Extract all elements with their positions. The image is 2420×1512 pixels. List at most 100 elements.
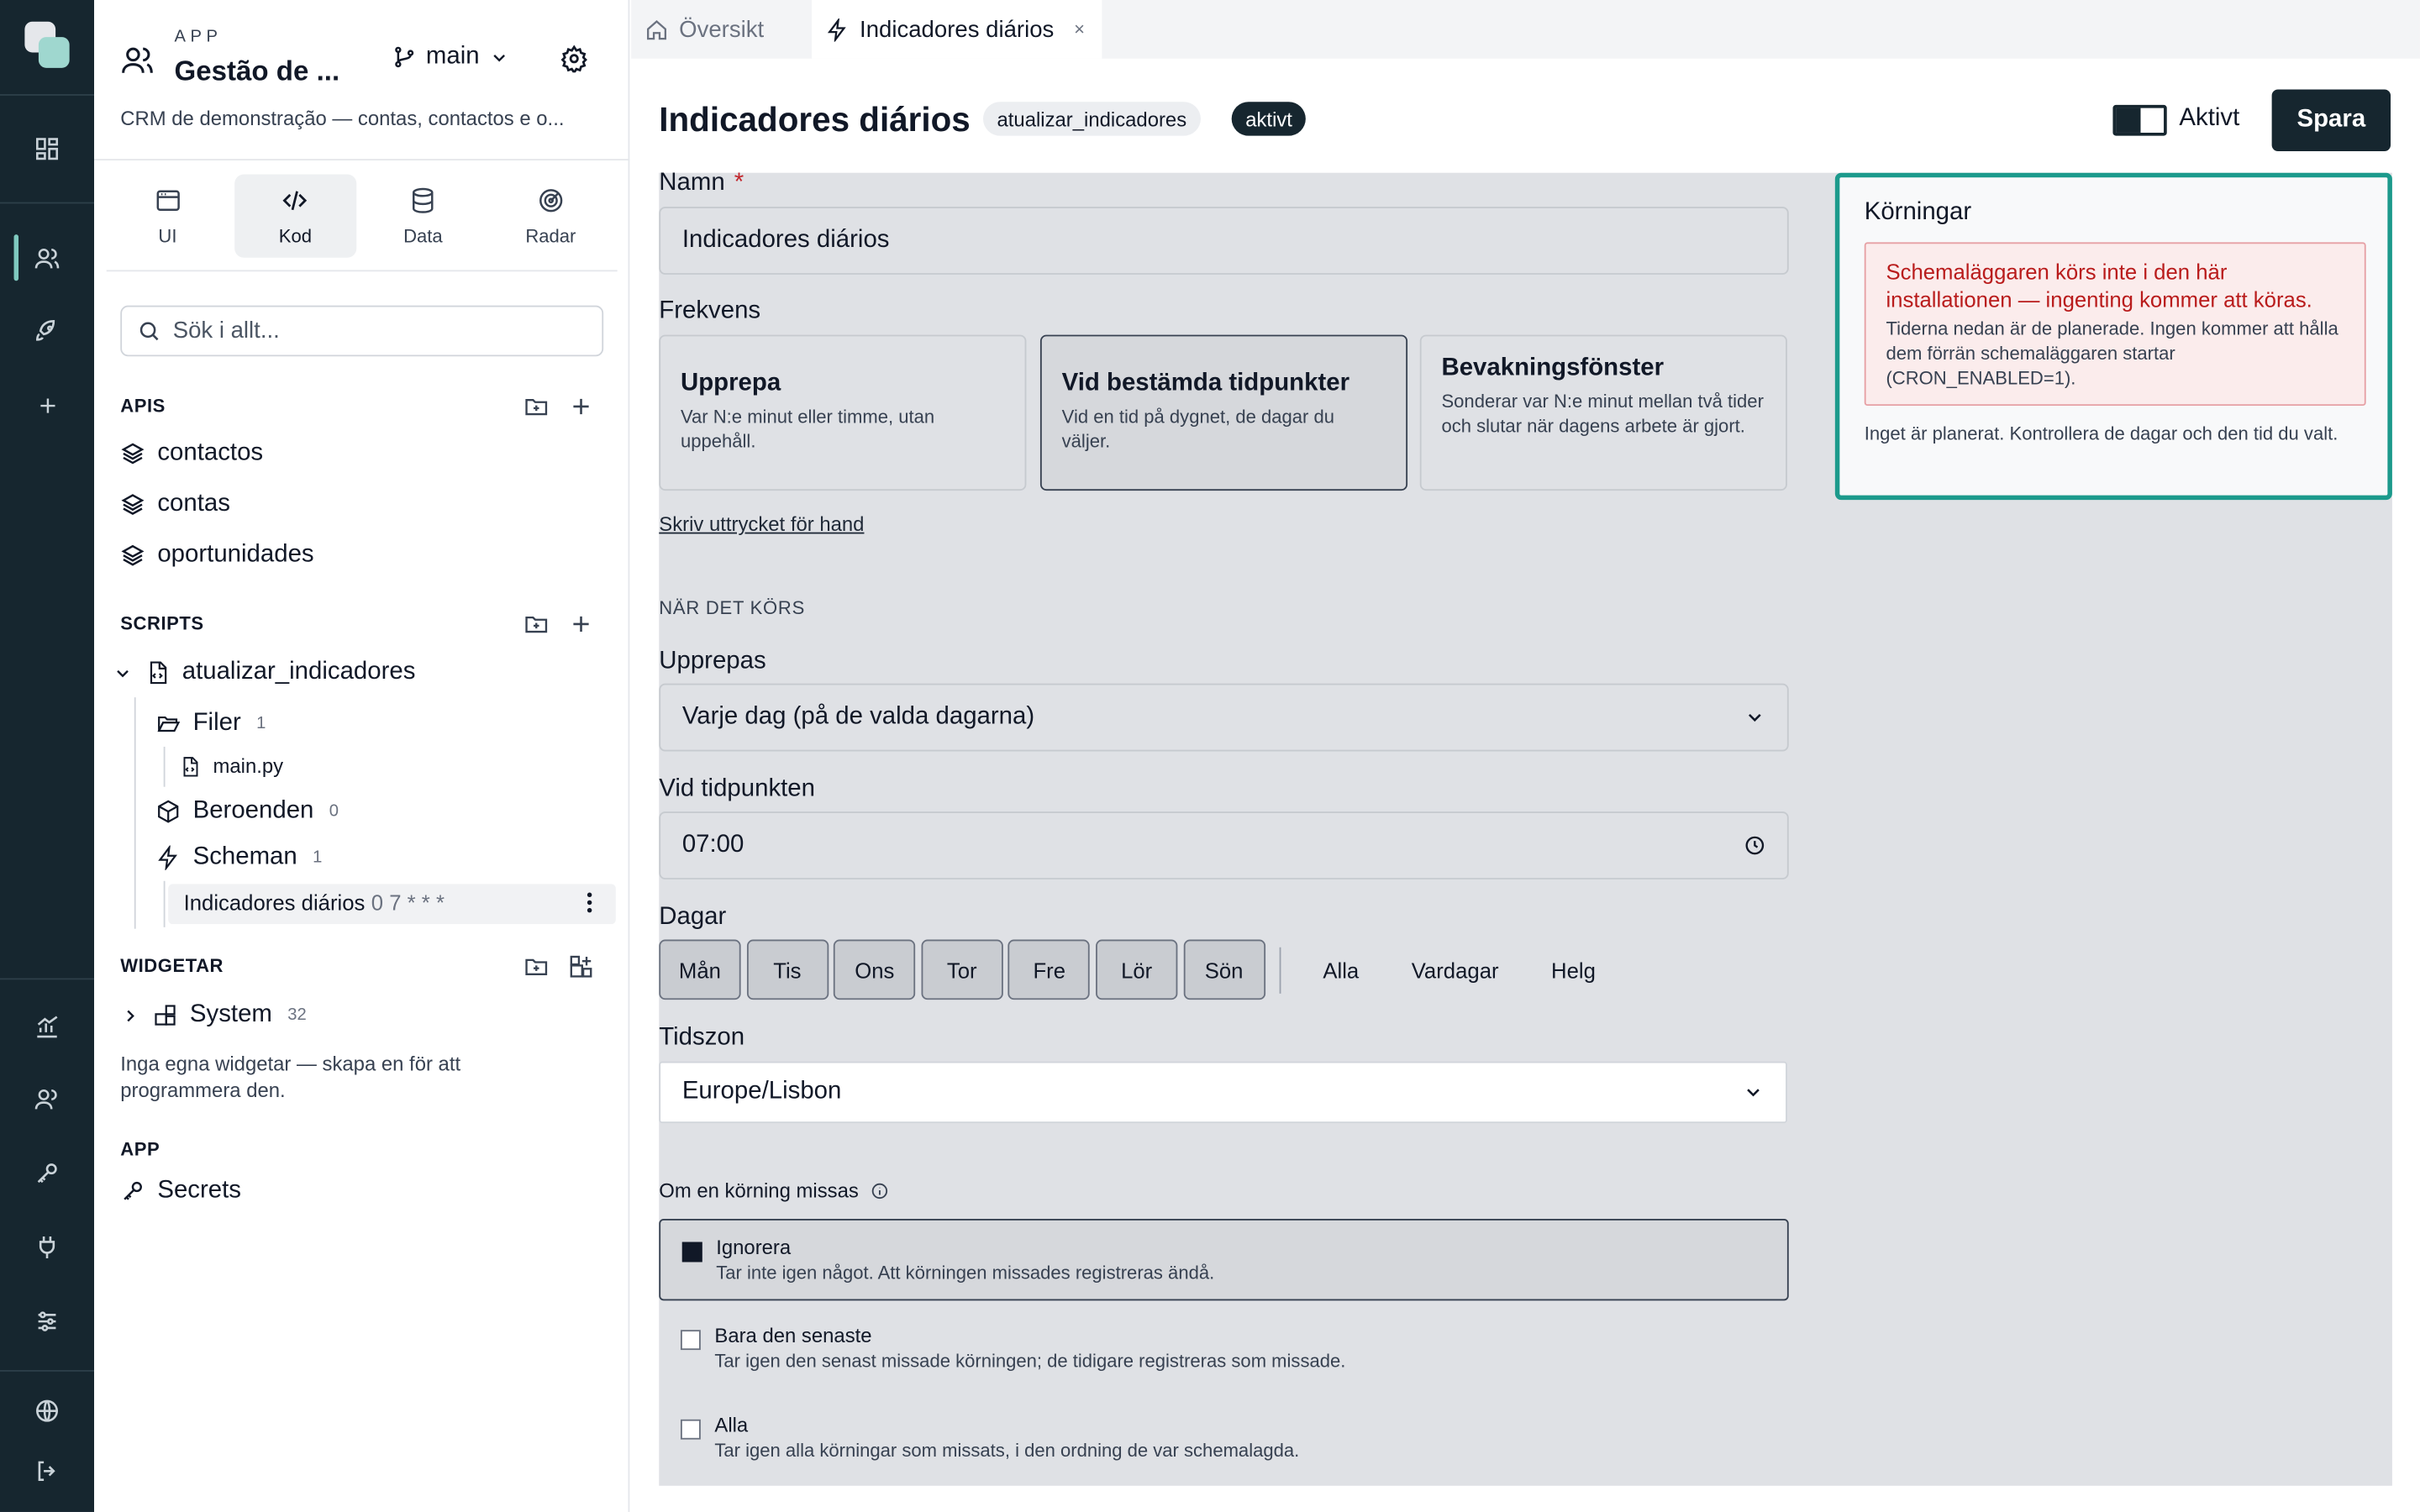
active-toggle[interactable]: [2112, 104, 2167, 136]
frequency-option-watch-window[interactable]: Bevakningsfönster Sonderar var N:e minut…: [1419, 334, 1787, 491]
schedule-item[interactable]: Indicadores diários 0 7 * * *: [184, 890, 445, 915]
new-folder-icon[interactable]: [523, 393, 550, 419]
days-all-button[interactable]: Alla: [1297, 958, 1385, 982]
section-title-scripts: SCRIPTS: [120, 612, 204, 634]
new-folder-icon[interactable]: [523, 953, 550, 979]
chevron-down-icon: [113, 663, 133, 683]
dashboard-icon[interactable]: [22, 123, 73, 175]
mode-tab-radar[interactable]: Radar: [490, 175, 612, 258]
users-icon: [120, 43, 154, 76]
timezone-label: Tidszon: [659, 1024, 745, 1051]
widget-group-system[interactable]: System 32: [120, 1001, 307, 1029]
day-toggle-fri[interactable]: Fre: [1008, 939, 1091, 1000]
repeat-select[interactable]: Varje dag (på de valda dagarna): [659, 683, 1789, 752]
status-badge: aktivt: [1231, 102, 1307, 136]
users-icon[interactable]: [22, 233, 73, 284]
required-mark: *: [734, 170, 744, 197]
tab-oversikt[interactable]: Översikt: [631, 0, 812, 59]
mode-tab-data[interactable]: Data: [362, 175, 484, 258]
missed-option-latest[interactable]: Bara den senaste Tar igen den senast mis…: [659, 1309, 1788, 1390]
apis-actions: [523, 393, 594, 419]
mode-tab-ui[interactable]: UI: [107, 175, 229, 258]
system-widgets-count: 32: [287, 1005, 307, 1025]
key-icon[interactable]: [22, 1148, 73, 1200]
frequency-option-repeat[interactable]: Upprepa Var N:e minut eller timme, utan …: [659, 334, 1027, 491]
error-body: Tiderna nedan är de planerade. Ingen kom…: [1886, 318, 2338, 389]
radio-unselected: [680, 1330, 701, 1351]
clock-icon[interactable]: [1744, 835, 1765, 857]
gear-icon[interactable]: [560, 45, 588, 73]
day-toggle-tue[interactable]: Tis: [746, 939, 829, 1000]
files-count: 1: [256, 714, 266, 733]
api-item-contas[interactable]: contas: [120, 491, 230, 518]
schedules-item[interactable]: Scheman 1: [156, 844, 323, 872]
timezone-select[interactable]: Europe/Lisbon: [659, 1061, 1787, 1124]
file-main-py[interactable]: main.py: [179, 754, 283, 778]
radio-unselected: [680, 1419, 701, 1440]
days-weekend-button[interactable]: Helg: [1525, 958, 1622, 982]
script-item[interactable]: atualizar_indicadores: [113, 659, 415, 686]
missed-option-all[interactable]: Alla Tar igen alla körningar som missats…: [659, 1398, 1788, 1479]
new-folder-icon[interactable]: [523, 611, 550, 637]
day-toggle-mon[interactable]: Mån: [659, 939, 741, 1000]
widgets-empty-note: Inga egna widgetar — skapa en för att pr…: [120, 1052, 461, 1102]
chevron-down-icon: [1744, 706, 1765, 728]
toggle-knob: [2116, 108, 2141, 133]
page-title: Indicadores diários: [659, 100, 971, 139]
schedules-count: 1: [313, 848, 323, 868]
logout-icon[interactable]: [22, 1446, 73, 1497]
branch-selector[interactable]: main: [392, 43, 509, 71]
files-folder[interactable]: Filer 1: [156, 710, 266, 738]
add-widget-icon[interactable]: [568, 953, 594, 979]
section-title-apis: APIS: [120, 395, 166, 417]
database-icon: [409, 186, 437, 213]
layers-icon: [120, 441, 145, 465]
day-toggle-thu[interactable]: Tor: [921, 939, 1003, 1000]
logo[interactable]: [24, 21, 71, 71]
analytics-icon[interactable]: [22, 1001, 73, 1053]
day-toggle-sat[interactable]: Lör: [1095, 939, 1178, 1000]
search-input[interactable]: Sök i allt...: [120, 305, 604, 357]
bolt-icon: [826, 18, 850, 41]
manual-expression-link[interactable]: Skriv uttrycket för hand: [659, 512, 864, 536]
plus-icon[interactable]: [568, 611, 594, 637]
search-icon: [137, 319, 160, 343]
api-item-contactos[interactable]: contactos: [120, 439, 263, 467]
chevron-down-icon: [489, 47, 509, 67]
tree-guide: [163, 880, 166, 927]
mode-tab-kod[interactable]: Kod: [234, 174, 357, 258]
runs-title: Körningar: [1864, 198, 1972, 226]
days-weekdays-button[interactable]: Vardagar: [1385, 958, 1524, 982]
close-icon[interactable]: ×: [1074, 18, 1085, 40]
name-input[interactable]: Indicadores diários: [659, 207, 1789, 275]
tree-guide: [163, 746, 166, 787]
team-icon[interactable]: [22, 1074, 73, 1125]
time-input[interactable]: 07:00: [659, 811, 1789, 879]
missed-option-ignore[interactable]: Ignorera Tar inte igen något. Att körnin…: [659, 1218, 1789, 1301]
main-panel: Översikt Indicadores diários × Indicador…: [631, 0, 2420, 1512]
divider: [94, 159, 630, 161]
day-toggle-sun[interactable]: Sön: [1182, 939, 1265, 1000]
tab-indicadores-diarios[interactable]: Indicadores diários ×: [812, 0, 1102, 59]
radar-icon: [537, 186, 565, 213]
secrets-item[interactable]: Secrets: [120, 1177, 241, 1205]
layers-icon: [120, 492, 145, 517]
info-icon[interactable]: [871, 1181, 890, 1200]
more-vertical-icon[interactable]: [585, 890, 594, 915]
dependencies-item[interactable]: Beroenden 0: [156, 798, 339, 826]
when-section-caption: NÄR DET KÖRS: [659, 596, 806, 619]
rail-divider: [0, 202, 95, 204]
save-button[interactable]: Spara: [2271, 89, 2391, 151]
frequency-option-fixed-times[interactable]: Vid bestämda tidpunkter Vid en tid på dy…: [1039, 334, 1408, 491]
key-icon: [120, 1179, 145, 1203]
chevron-down-icon: [1743, 1082, 1765, 1104]
api-item-oportunidades[interactable]: oportunidades: [120, 542, 314, 570]
plug-icon[interactable]: [22, 1222, 73, 1273]
plus-icon[interactable]: [22, 380, 73, 431]
rocket-icon[interactable]: [22, 306, 73, 357]
sliders-icon[interactable]: [22, 1296, 73, 1347]
globe-icon[interactable]: [22, 1385, 73, 1436]
day-toggle-wed[interactable]: Ons: [834, 939, 916, 1000]
chevron-right-icon: [120, 1005, 140, 1026]
plus-icon[interactable]: [568, 393, 594, 419]
